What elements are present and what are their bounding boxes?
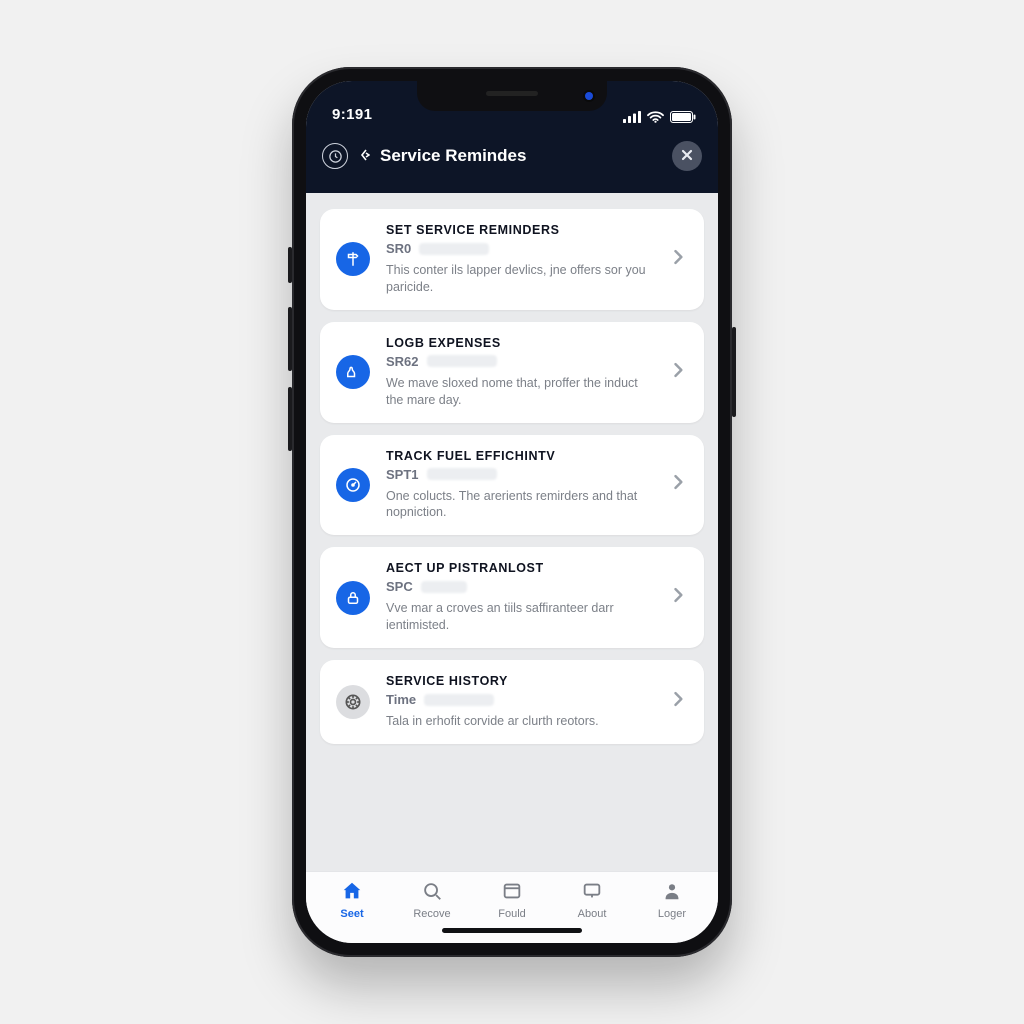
list-item-title: TRACK FUEL EFfICHiNTV: [386, 449, 654, 463]
wifi-icon: [647, 111, 664, 123]
list-item-fuel[interactable]: TRACK FUEL EFfICHiNTV SPT1 One colucts. …: [320, 435, 704, 536]
list-item-set-reminders[interactable]: SET SERVICE REMINDERS SR0 This conter il…: [320, 209, 704, 310]
close-icon: [681, 148, 693, 165]
chevron-right-icon: [668, 360, 692, 385]
redacted-placeholder: [424, 694, 494, 706]
list-item-desc: Tala in erhofit corvide ar clurth reotor…: [386, 713, 654, 730]
gauge-icon: [336, 468, 370, 502]
volume-button: [288, 247, 292, 283]
phone-frame: 9:191 Service Remindes: [292, 67, 732, 957]
list-item-title: AeCT UP PiSTRANLOST: [386, 561, 654, 575]
volume-button: [288, 307, 292, 371]
tab-label: Loger: [658, 908, 686, 920]
cellular-icon: [623, 111, 641, 123]
redacted-placeholder: [421, 581, 467, 593]
list-item-code: SPC: [386, 579, 413, 594]
list-item-code: SR62: [386, 354, 419, 369]
pipe-icon: [336, 355, 370, 389]
list-item-code: Time: [386, 692, 416, 707]
search-icon: [421, 880, 443, 905]
volume-button: [288, 387, 292, 451]
list-item-aect[interactable]: AeCT UP PiSTRANLOST SPC Vve mar a croves…: [320, 547, 704, 648]
chevron-right-icon: [668, 247, 692, 272]
list-item-history[interactable]: SERVICE HISTORY Time Tala in erhofit cor…: [320, 660, 704, 744]
list-item-title: SET SERVICE REMINDERS: [386, 223, 654, 237]
content-list: SET SERVICE REMINDERS SR0 This conter il…: [306, 193, 718, 871]
tab-label: Fould: [498, 908, 526, 920]
battery-icon: [670, 111, 696, 123]
list-item-code: SPT1: [386, 467, 419, 482]
tabbar-container: Seet Recove Fould About Loger: [306, 871, 718, 943]
redacted-placeholder: [427, 355, 497, 367]
clock-icon: [322, 143, 348, 169]
monitor-icon: [581, 880, 603, 905]
list-item-desc: Vve mar a croves an tiils saffiranteer d…: [386, 600, 654, 634]
tab-recove[interactable]: Recove: [392, 880, 472, 920]
chevron-right-icon: [668, 689, 692, 714]
list-item-desc: We mave sloxed nome that, proffer the in…: [386, 375, 654, 409]
breadcrumb-chevron-icon: [360, 148, 370, 164]
list-item-expenses[interactable]: LoGB EXPENSES SR62 We mave sloxed nome t…: [320, 322, 704, 423]
home-indicator[interactable]: [306, 922, 718, 943]
tab-seet[interactable]: Seet: [312, 880, 392, 920]
person-icon: [661, 880, 683, 905]
notch: [417, 81, 607, 111]
navbar: Service Remindes: [306, 127, 718, 193]
redacted-placeholder: [419, 243, 489, 255]
status-time: 9:191: [332, 106, 372, 123]
tab-label: Recove: [413, 908, 450, 920]
tab-label: About: [578, 908, 607, 920]
list-item-title: LoGB EXPENSES: [386, 336, 654, 350]
power-button: [732, 327, 736, 417]
list-item-desc: One colucts. The arerients remirders and…: [386, 488, 654, 522]
chevron-right-icon: [668, 472, 692, 497]
tire-icon: [336, 685, 370, 719]
tab-label: Seet: [340, 908, 363, 920]
lock-icon: [336, 581, 370, 615]
home-icon: [341, 880, 363, 905]
page-title: Service Remindes: [380, 146, 526, 166]
list-item-title: SERVICE HISTORY: [386, 674, 654, 688]
tab-about[interactable]: About: [552, 880, 632, 920]
list-item-desc: This conter ils lapper devlics, jne offe…: [386, 262, 654, 296]
list-item-code: SR0: [386, 241, 411, 256]
redacted-placeholder: [427, 468, 497, 480]
window-icon: [501, 880, 523, 905]
tab-fould[interactable]: Fould: [472, 880, 552, 920]
chevron-right-icon: [668, 585, 692, 610]
screen: 9:191 Service Remindes: [306, 81, 718, 943]
tabbar: Seet Recove Fould About Loger: [306, 871, 718, 922]
signpost-icon: [336, 242, 370, 276]
tab-loger[interactable]: Loger: [632, 880, 712, 920]
close-button[interactable]: [672, 141, 702, 171]
